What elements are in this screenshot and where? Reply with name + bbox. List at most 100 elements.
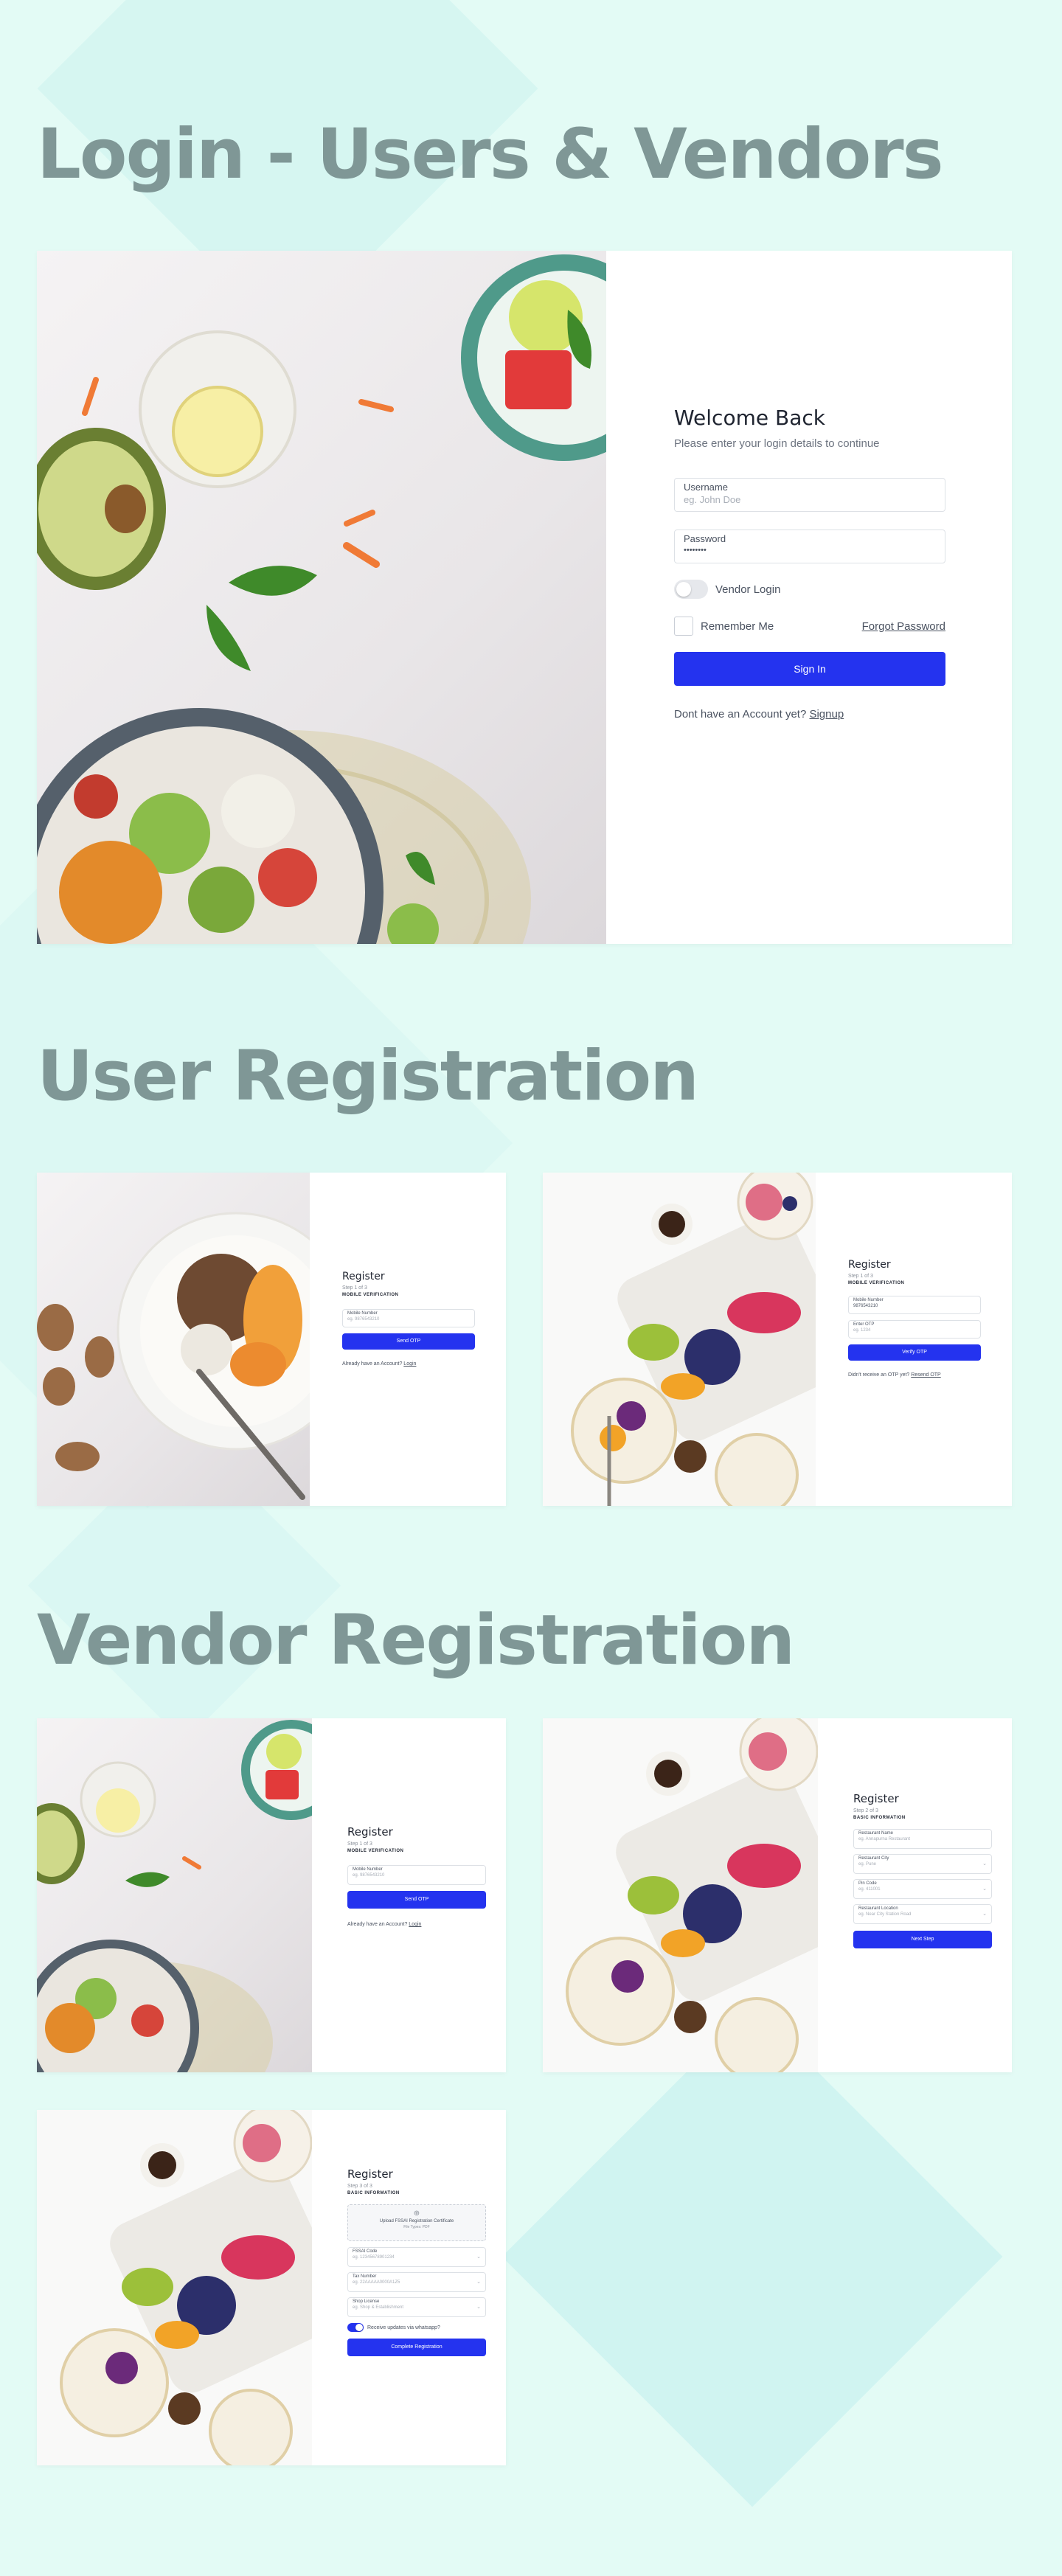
- mobile-number-label: Mobile Number: [347, 1311, 378, 1316]
- section-title-vendor-registration: Vendor Registration: [37, 1600, 795, 1681]
- username-placeholder: eg. John Doe: [684, 494, 741, 505]
- send-otp-button[interactable]: Send OTP: [347, 1891, 486, 1909]
- field-placeholder: eg. Shop & Establishment: [353, 2305, 404, 2310]
- register-title: Register: [848, 1259, 891, 1271]
- step-indicator: Step 2 of 3: [853, 1808, 878, 1813]
- step-indicator: Step 3 of 3: [347, 2184, 372, 2189]
- password-value: ••••••••: [684, 546, 707, 555]
- step-indicator: Step 1 of 3: [347, 1841, 372, 1847]
- field-label: Restaurant Name: [858, 1831, 894, 1836]
- chevron-down-icon: ⌄: [982, 1912, 987, 1917]
- chevron-down-icon: ⌄: [476, 2280, 481, 2285]
- restaurant-name-field[interactable]: Restaurant Name eg. Annapurna Restaurant: [853, 1829, 992, 1849]
- resend-otp-link[interactable]: Resend OTP: [911, 1372, 940, 1378]
- resend-prompt: Didn't receive an OTP yet?: [848, 1372, 910, 1378]
- field-label: Restaurant City: [858, 1856, 889, 1861]
- vendor-step2-form-panel: Register Step 2 of 3 BASIC INFORMATION R…: [818, 1718, 1012, 2072]
- complete-registration-button[interactable]: Complete Registration: [347, 2339, 486, 2356]
- mobile-number-field[interactable]: Mobile Number eg. 9876543210: [342, 1309, 475, 1327]
- login-card: Welcome Back Please enter your login det…: [37, 251, 1012, 944]
- user-register-card-step2: Register Step 1 of 3 MOBILE VERIFICATION…: [543, 1173, 1012, 1506]
- otp-field[interactable]: Enter OTP eg. 1234: [848, 1320, 981, 1339]
- mobile-number-placeholder: eg. 9876543210: [353, 1873, 385, 1878]
- login-prompt: Already have an Account?: [342, 1361, 403, 1367]
- section-label: MOBILE VERIFICATION: [347, 1849, 404, 1853]
- pin-code-select[interactable]: Pin Code eg. 411001 ⌄: [853, 1879, 992, 1899]
- login-prompt: Already have an Account?: [347, 1922, 408, 1927]
- signup-link[interactable]: Signup: [809, 708, 844, 721]
- fssai-upload-dropzone[interactable]: ⊕ Upload FSSAI Registration Certificate …: [347, 2204, 486, 2241]
- upload-title: Upload FSSAI Registration Certificate: [379, 2219, 454, 2223]
- send-otp-button[interactable]: Send OTP: [342, 1333, 475, 1350]
- mobile-number-placeholder: eg. 9876543210: [347, 1317, 380, 1322]
- whatsapp-label: Receive updates via whatsapp?: [367, 2325, 440, 2330]
- login-form-panel: Welcome Back Please enter your login det…: [606, 251, 1012, 944]
- field-placeholder: eg. Annapurna Restaurant: [858, 1837, 911, 1841]
- restaurant-city-select[interactable]: Restaurant City eg. Pune ⌄: [853, 1854, 992, 1874]
- section-title-user-registration: User Registration: [37, 1036, 699, 1117]
- field-placeholder: eg. 12345678901234: [353, 2255, 395, 2260]
- chevron-down-icon: ⌄: [982, 1861, 987, 1867]
- user-register-card-step1: Register Step 1 of 3 MOBILE VERIFICATION…: [37, 1173, 506, 1506]
- sign-in-button[interactable]: Sign In: [674, 652, 945, 686]
- chevron-down-icon: ⌄: [476, 2305, 481, 2310]
- login-title: Welcome Back: [674, 406, 825, 430]
- step-indicator: Step 1 of 3: [848, 1274, 873, 1279]
- section-label: MOBILE VERIFICATION: [342, 1293, 399, 1297]
- field-placeholder: eg. 411001: [858, 1887, 881, 1892]
- whatsapp-updates-toggle[interactable]: [347, 2323, 364, 2332]
- fssai-code-select[interactable]: FSSAI Code eg. 12345678901234 ⌄: [347, 2247, 486, 2267]
- vendor-register-card-step1: Register Step 1 of 3 MOBILE VERIFICATION…: [37, 1718, 506, 2072]
- mobile-number-value: 9876543210: [853, 1304, 878, 1308]
- otp-placeholder: eg. 1234: [853, 1328, 871, 1333]
- password-label: Password: [684, 533, 726, 544]
- step-indicator: Step 1 of 3: [342, 1285, 367, 1291]
- register-title: Register: [347, 2167, 393, 2181]
- next-step-button[interactable]: Next Step: [853, 1931, 992, 1948]
- field-label: Pin Code: [858, 1881, 877, 1886]
- register-title: Register: [347, 1825, 393, 1839]
- food-photo-platter: [37, 2110, 312, 2465]
- shop-license-select[interactable]: Shop License eg. Shop & Establishment ⌄: [347, 2297, 486, 2317]
- field-label: Shop License: [353, 2299, 380, 2304]
- forgot-password-link[interactable]: Forgot Password: [862, 620, 945, 633]
- vendor-login-toggle[interactable]: [674, 580, 708, 599]
- section-label: BASIC INFORMATION: [347, 2191, 400, 2195]
- remember-me-label: Remember Me: [701, 619, 774, 633]
- section-title-login: Login - Users & Vendors: [37, 114, 944, 195]
- password-field[interactable]: Password ••••••••: [674, 530, 945, 563]
- login-subtitle: Please enter your login details to conti…: [674, 437, 880, 450]
- field-label: Restaurant Location: [858, 1906, 898, 1911]
- username-label: Username: [684, 482, 728, 493]
- section-label: BASIC INFORMATION: [853, 1816, 906, 1820]
- mobile-number-field[interactable]: Mobile Number eg. 9876543210: [347, 1865, 486, 1885]
- user-step2-form-panel: Register Step 1 of 3 MOBILE VERIFICATION…: [816, 1173, 1012, 1506]
- tax-number-select[interactable]: Tax Number eg. 22AAAAA0000A1Z5 ⌄: [347, 2272, 486, 2292]
- mobile-number-field[interactable]: Mobile Number 9876543210: [848, 1296, 981, 1314]
- login-link[interactable]: Login: [403, 1361, 416, 1367]
- vendor-register-card-step2: Register Step 2 of 3 BASIC INFORMATION R…: [543, 1718, 1012, 2072]
- vendor-step3-form-panel: Register Step 3 of 3 BASIC INFORMATION ⊕…: [312, 2110, 506, 2465]
- food-photo-platter: [543, 1718, 818, 2072]
- field-placeholder: eg. Pune: [858, 1862, 877, 1867]
- restaurant-location-select[interactable]: Restaurant Location eg. Near City Statio…: [853, 1904, 992, 1924]
- otp-label: Enter OTP: [853, 1322, 875, 1327]
- chevron-down-icon: ⌄: [982, 1886, 987, 1892]
- vendor-login-label: Vendor Login: [715, 583, 781, 596]
- food-photo: [37, 251, 606, 944]
- toggle-knob: [676, 582, 691, 597]
- username-field[interactable]: Username eg. John Doe: [674, 478, 945, 512]
- login-link[interactable]: Login: [409, 1922, 421, 1927]
- field-label: Tax Number: [353, 2274, 377, 2279]
- user-step1-form-panel: Register Step 1 of 3 MOBILE VERIFICATION…: [310, 1173, 506, 1506]
- food-photo-yogurt: [37, 1173, 310, 1506]
- upload-icon: ⊕: [413, 2209, 420, 2218]
- field-placeholder: eg. Near City Station Road: [858, 1912, 912, 1917]
- verify-otp-button[interactable]: Verify OTP: [848, 1344, 981, 1361]
- chevron-down-icon: ⌄: [476, 2254, 481, 2260]
- section-label: MOBILE VERIFICATION: [848, 1281, 905, 1285]
- food-photo-platter: [543, 1173, 816, 1506]
- remember-me-checkbox[interactable]: [674, 617, 693, 636]
- field-placeholder: eg. 22AAAAA0000A1Z5: [353, 2280, 400, 2285]
- mobile-number-label: Mobile Number: [853, 1298, 884, 1302]
